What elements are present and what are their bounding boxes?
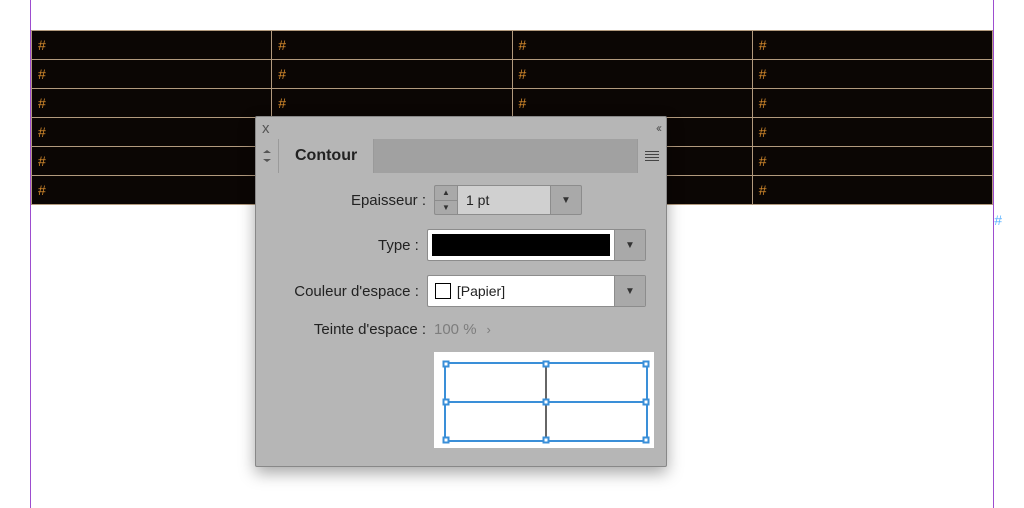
collapse-icon[interactable]: ‹‹ bbox=[656, 121, 660, 135]
gap-tint-label: Teinte d'espace : bbox=[276, 321, 434, 338]
table-cell[interactable]: # bbox=[32, 89, 272, 118]
gap-tint-value: 100 % bbox=[434, 321, 477, 338]
weight-label: Epaisseur : bbox=[276, 192, 434, 209]
table-cell[interactable]: # bbox=[752, 31, 992, 60]
chevron-down-icon[interactable]: ▼ bbox=[435, 201, 457, 215]
tab-stroke[interactable]: Contour bbox=[279, 139, 374, 173]
flyout-menu-icon[interactable] bbox=[637, 139, 666, 173]
weight-dropdown-icon[interactable]: ▼ bbox=[551, 185, 582, 215]
table-cell[interactable]: # bbox=[272, 31, 512, 60]
table-cell[interactable]: # bbox=[272, 89, 512, 118]
row-gap-color: Couleur d'espace : [Papier] ▼ bbox=[276, 275, 646, 307]
tab-cycle-icon[interactable] bbox=[256, 139, 279, 173]
table-cell[interactable]: # bbox=[752, 118, 992, 147]
table-cell[interactable]: # bbox=[752, 89, 992, 118]
gap-color-value: [Papier] bbox=[457, 276, 614, 306]
chevron-down-icon[interactable]: ▼ bbox=[614, 276, 645, 306]
close-icon[interactable]: x bbox=[262, 121, 270, 136]
table-cell[interactable]: # bbox=[32, 176, 272, 205]
table-cell[interactable]: # bbox=[752, 147, 992, 176]
table-cell[interactable]: # bbox=[512, 89, 752, 118]
panel-tabstrip: Contour bbox=[256, 139, 666, 173]
panel-titlebar[interactable]: x ‹‹ bbox=[256, 117, 666, 139]
table-cell[interactable]: # bbox=[32, 118, 272, 147]
table-cell[interactable]: # bbox=[752, 176, 992, 205]
panel-body: Epaisseur : ▲ ▼ ▼ Type : ▼ Couleur d'esp… bbox=[256, 173, 666, 466]
table-cell[interactable]: # bbox=[272, 60, 512, 89]
type-label: Type : bbox=[276, 237, 427, 254]
chevron-down-icon[interactable]: ▼ bbox=[614, 230, 645, 260]
table-cell[interactable]: # bbox=[512, 60, 752, 89]
gap-color-swatch bbox=[435, 283, 451, 299]
chevron-up-icon[interactable]: ▲ bbox=[435, 186, 457, 201]
gap-color-label: Couleur d'espace : bbox=[276, 283, 427, 300]
table-cell[interactable]: # bbox=[512, 31, 752, 60]
weight-stepper[interactable]: ▲ ▼ bbox=[434, 185, 457, 215]
chevron-right-icon[interactable]: › bbox=[487, 322, 491, 337]
table-cell[interactable]: # bbox=[752, 60, 992, 89]
weight-input[interactable] bbox=[457, 185, 551, 215]
hidden-character-marker: # bbox=[994, 212, 1002, 228]
row-weight: Epaisseur : ▲ ▼ ▼ bbox=[276, 185, 646, 215]
stroke-type-swatch bbox=[432, 234, 610, 256]
table-cell[interactable]: # bbox=[32, 147, 272, 176]
stroke-panel: x ‹‹ Contour Epaisseur : ▲ ▼ ▼ bbox=[255, 116, 667, 467]
row-gap-tint: Teinte d'espace : 100 % › bbox=[276, 321, 646, 338]
stroke-proxy-preview[interactable] bbox=[434, 352, 654, 448]
stroke-type-dropdown[interactable]: ▼ bbox=[427, 229, 646, 261]
gap-color-dropdown[interactable]: [Papier] ▼ bbox=[427, 275, 646, 307]
table-cell[interactable]: # bbox=[32, 60, 272, 89]
row-type: Type : ▼ bbox=[276, 229, 646, 261]
table-cell[interactable]: # bbox=[32, 31, 272, 60]
